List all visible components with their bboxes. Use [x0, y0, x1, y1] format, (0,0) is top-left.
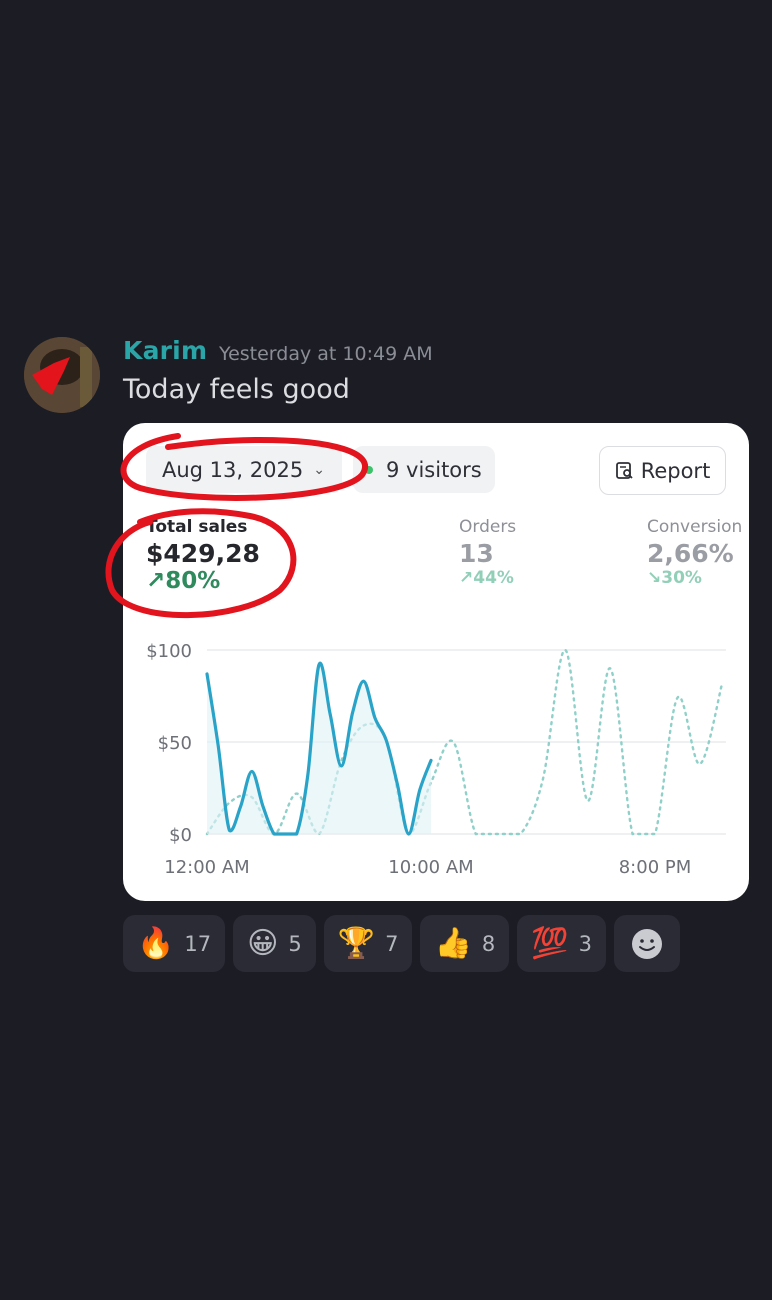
reaction-count: 7 [385, 931, 399, 956]
message-timestamp: Yesterday at 10:49 AM [219, 343, 433, 365]
x-tick-label: 8:00 PM [619, 857, 692, 878]
reaction-thumbs-up[interactable]: 👍 8 [420, 915, 510, 972]
username[interactable]: Karim [123, 336, 207, 365]
x-tick-label: 12:00 AM [164, 857, 249, 878]
hundred-points-icon: 💯 [531, 925, 569, 961]
grinning-face-icon: 😀 [247, 925, 279, 961]
reaction-count: 5 [288, 931, 302, 956]
reaction-grin[interactable]: 😀 5 [233, 915, 316, 972]
reaction-fire[interactable]: 🔥 17 [123, 915, 226, 972]
reactions-bar: 🔥 17 😀 5 🏆 7 👍 8 💯 3 [123, 915, 680, 972]
y-tick-label: $100 [146, 641, 192, 662]
reaction-count: 3 [578, 931, 592, 956]
y-tick-label: $0 [169, 825, 192, 846]
sales-screenshot-card[interactable]: Aug 13, 2025 ⌄ 9 visitors Report Total s… [123, 423, 749, 901]
trophy-icon: 🏆 [337, 925, 376, 961]
avatar[interactable] [24, 337, 100, 413]
reaction-count: 17 [184, 931, 212, 956]
reaction-hundred[interactable]: 💯 3 [517, 915, 606, 972]
add-reaction-icon [631, 928, 662, 959]
add-reaction-button[interactable] [613, 915, 680, 972]
y-tick-label: $50 [158, 733, 192, 754]
reaction-count: 8 [481, 931, 496, 956]
x-tick-label: 10:00 AM [388, 857, 473, 878]
fire-icon: 🔥 [137, 925, 175, 961]
thumbs-up-icon: 👍 [434, 925, 472, 961]
reaction-trophy[interactable]: 🏆 7 [323, 915, 413, 972]
message-text: Today feels good [123, 374, 350, 405]
sales-chart: $100 $50 $0 12:00 AM 10:00 AM 8:00 PM [146, 641, 726, 878]
